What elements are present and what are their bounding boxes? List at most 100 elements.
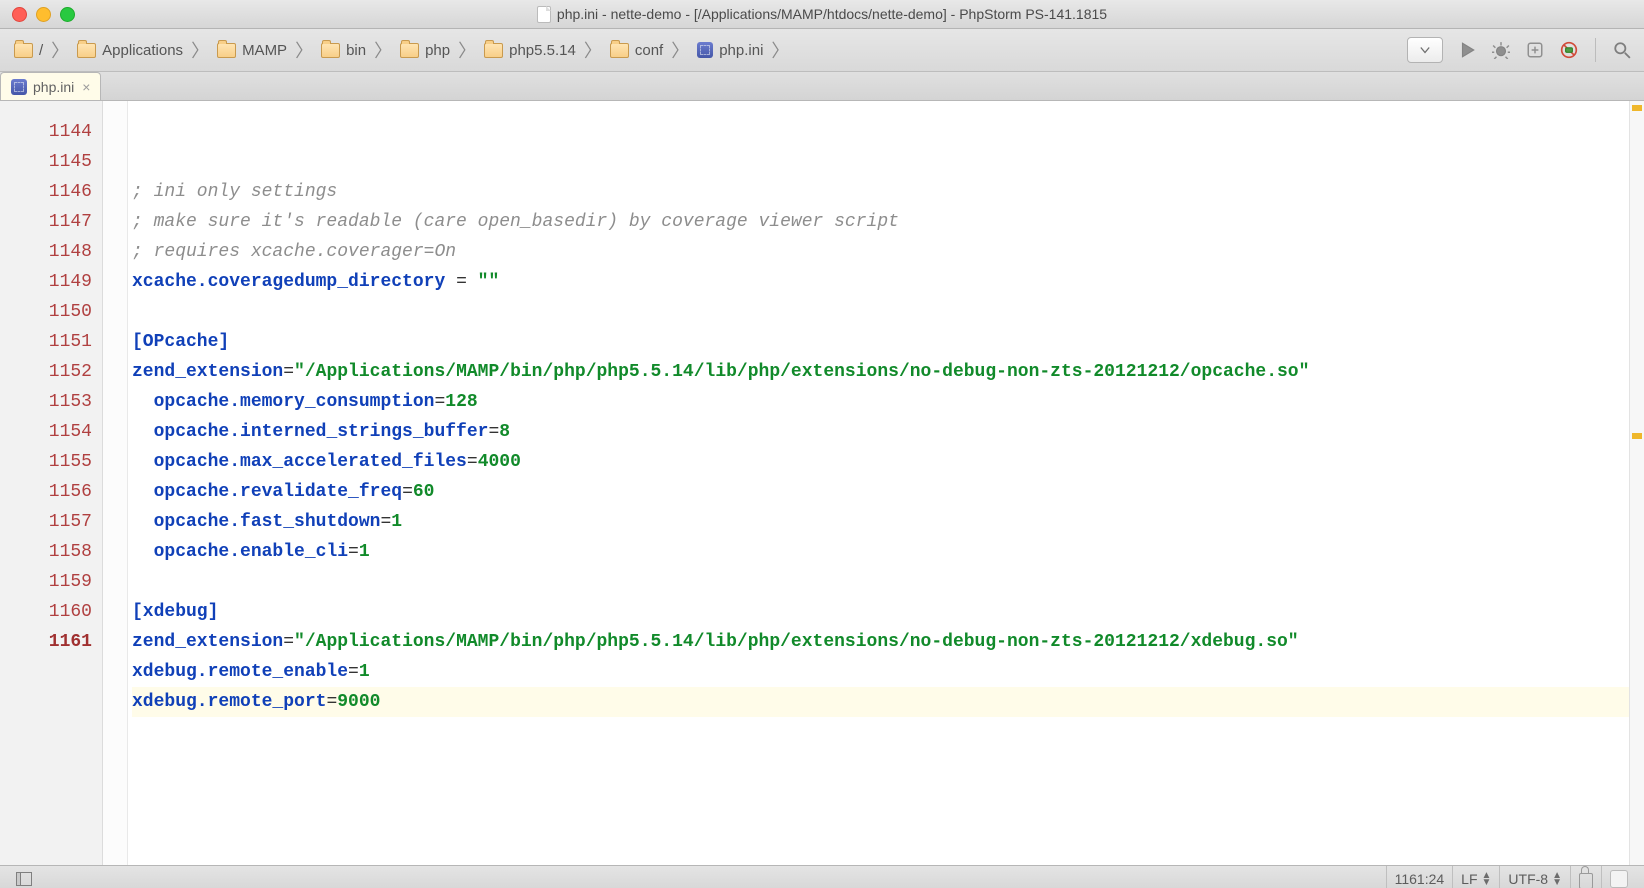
sort-icon: ▲▼: [1552, 872, 1562, 886]
line-number[interactable]: 1159: [0, 567, 92, 597]
line-number[interactable]: 1155: [0, 447, 92, 477]
folder-icon: [484, 43, 503, 58]
breadcrumb-folder[interactable]: MAMP: [211, 40, 293, 61]
editor-tab-row: php.ini ×: [0, 72, 1644, 101]
warning-marker[interactable]: [1632, 433, 1642, 439]
search-icon: [1613, 41, 1631, 59]
window-title: php.ini - nette-demo - [/Applications/MA…: [0, 6, 1644, 23]
breadcrumb-bar: /〉Applications〉MAMP〉bin〉php〉php5.5.14〉co…: [8, 37, 791, 63]
code-line[interactable]: xcache.coveragedump_directory = "": [132, 267, 1644, 297]
line-number[interactable]: 1147: [0, 207, 92, 237]
debug-button[interactable]: [1487, 36, 1515, 64]
folder-icon: [217, 43, 236, 58]
breadcrumb-label: php: [425, 42, 450, 59]
breadcrumb-label: bin: [346, 42, 366, 59]
code-editor[interactable]: 1144114511461147114811491150115111521153…: [0, 101, 1644, 865]
sort-icon: ▲▼: [1482, 872, 1492, 886]
breadcrumb-label: /: [39, 42, 43, 59]
line-number[interactable]: 1146: [0, 177, 92, 207]
tab-close-button[interactable]: ×: [80, 79, 90, 95]
hector-inspector[interactable]: [1601, 866, 1636, 888]
code-line[interactable]: opcache.interned_strings_buffer=8: [132, 417, 1644, 447]
search-everywhere-button[interactable]: [1608, 36, 1636, 64]
coverage-button[interactable]: [1521, 36, 1549, 64]
coverage-icon: [1526, 41, 1544, 59]
code-line[interactable]: [132, 297, 1644, 327]
window-titlebar: php.ini - nette-demo - [/Applications/MA…: [0, 0, 1644, 29]
minimize-window-button[interactable]: [36, 7, 51, 22]
breadcrumb-folder[interactable]: conf: [604, 40, 669, 61]
code-line[interactable]: [xdebug]: [132, 597, 1644, 627]
line-number[interactable]: 1153: [0, 387, 92, 417]
code-line[interactable]: zend_extension="/Applications/MAMP/bin/p…: [132, 357, 1644, 387]
line-number[interactable]: 1160: [0, 597, 92, 627]
run-configuration-selector[interactable]: [1407, 37, 1443, 63]
code-line[interactable]: xdebug.remote_enable=1: [132, 657, 1644, 687]
code-line[interactable]: [132, 165, 1644, 177]
breadcrumb-label: Applications: [102, 42, 183, 59]
line-number-gutter[interactable]: 1144114511461147114811491150115111521153…: [0, 101, 103, 865]
run-button[interactable]: [1453, 36, 1481, 64]
line-number[interactable]: 1156: [0, 477, 92, 507]
chevron-right-icon: 〉: [582, 37, 604, 63]
breadcrumb-label: MAMP: [242, 42, 287, 59]
gutter-margin: [103, 101, 128, 865]
code-line[interactable]: opcache.fast_shutdown=1: [132, 507, 1644, 537]
line-number[interactable]: 1152: [0, 357, 92, 387]
encoding-text: UTF-8: [1508, 871, 1548, 887]
encoding-selector[interactable]: UTF-8 ▲▼: [1499, 866, 1570, 888]
line-number[interactable]: 1148: [0, 237, 92, 267]
document-icon: [537, 6, 551, 23]
read-only-toggle[interactable]: [1570, 866, 1601, 888]
play-icon: [1458, 41, 1476, 59]
line-number[interactable]: 1145: [0, 147, 92, 177]
line-number[interactable]: [0, 105, 92, 117]
line-number[interactable]: 1154: [0, 417, 92, 447]
chevron-right-icon: 〉: [769, 37, 791, 63]
code-line[interactable]: zend_extension="/Applications/MAMP/bin/p…: [132, 627, 1644, 657]
line-separator-selector[interactable]: LF ▲▼: [1452, 866, 1499, 888]
toolbar-separator: [1595, 38, 1596, 62]
caret-position-text: 1161:24: [1395, 871, 1445, 887]
breadcrumb-folder[interactable]: /: [8, 40, 49, 61]
editor-content[interactable]: ; ini only settings; make sure it's read…: [128, 101, 1644, 865]
line-number[interactable]: 1144: [0, 117, 92, 147]
editor-tab-label: php.ini: [33, 79, 74, 95]
line-number[interactable]: 1149: [0, 267, 92, 297]
line-separator-text: LF: [1461, 871, 1477, 887]
caret-position[interactable]: 1161:24: [1386, 866, 1453, 888]
lock-icon: [1579, 873, 1593, 888]
zoom-window-button[interactable]: [60, 7, 75, 22]
code-line[interactable]: ; ini only settings: [132, 177, 1644, 207]
code-line[interactable]: opcache.max_accelerated_files=4000: [132, 447, 1644, 477]
chevron-right-icon: 〉: [293, 37, 315, 63]
breadcrumb-folder[interactable]: bin: [315, 40, 372, 61]
window-title-text: php.ini - nette-demo - [/Applications/MA…: [557, 6, 1107, 22]
line-number[interactable]: 1157: [0, 507, 92, 537]
line-number[interactable]: 1158: [0, 537, 92, 567]
code-line[interactable]: [OPcache]: [132, 327, 1644, 357]
code-line[interactable]: opcache.revalidate_freq=60: [132, 477, 1644, 507]
code-line[interactable]: opcache.memory_consumption=128: [132, 387, 1644, 417]
line-number[interactable]: 1161: [0, 627, 92, 657]
error-stripe[interactable]: [1629, 101, 1644, 865]
phone-stop-icon: [1560, 41, 1578, 59]
code-line[interactable]: ; requires xcache.coverager=On: [132, 237, 1644, 267]
bug-icon: [1492, 41, 1510, 59]
line-number[interactable]: 1151: [0, 327, 92, 357]
code-line[interactable]: xdebug.remote_port=9000: [132, 687, 1644, 717]
editor-tab-php-ini[interactable]: php.ini ×: [0, 72, 101, 100]
close-window-button[interactable]: [12, 7, 27, 22]
code-line[interactable]: opcache.enable_cli=1: [132, 537, 1644, 567]
breadcrumb-file[interactable]: php.ini: [691, 40, 769, 61]
stop-listening-button[interactable]: [1555, 36, 1583, 64]
warning-marker[interactable]: [1632, 105, 1642, 111]
breadcrumb-folder[interactable]: php: [394, 40, 456, 61]
tool-windows-toggle[interactable]: [8, 866, 40, 888]
php-file-icon: [11, 79, 27, 95]
code-line[interactable]: ; make sure it's readable (care open_bas…: [132, 207, 1644, 237]
breadcrumb-folder[interactable]: php5.5.14: [478, 40, 582, 61]
line-number[interactable]: 1150: [0, 297, 92, 327]
code-line[interactable]: [132, 567, 1644, 597]
breadcrumb-folder[interactable]: Applications: [71, 40, 189, 61]
